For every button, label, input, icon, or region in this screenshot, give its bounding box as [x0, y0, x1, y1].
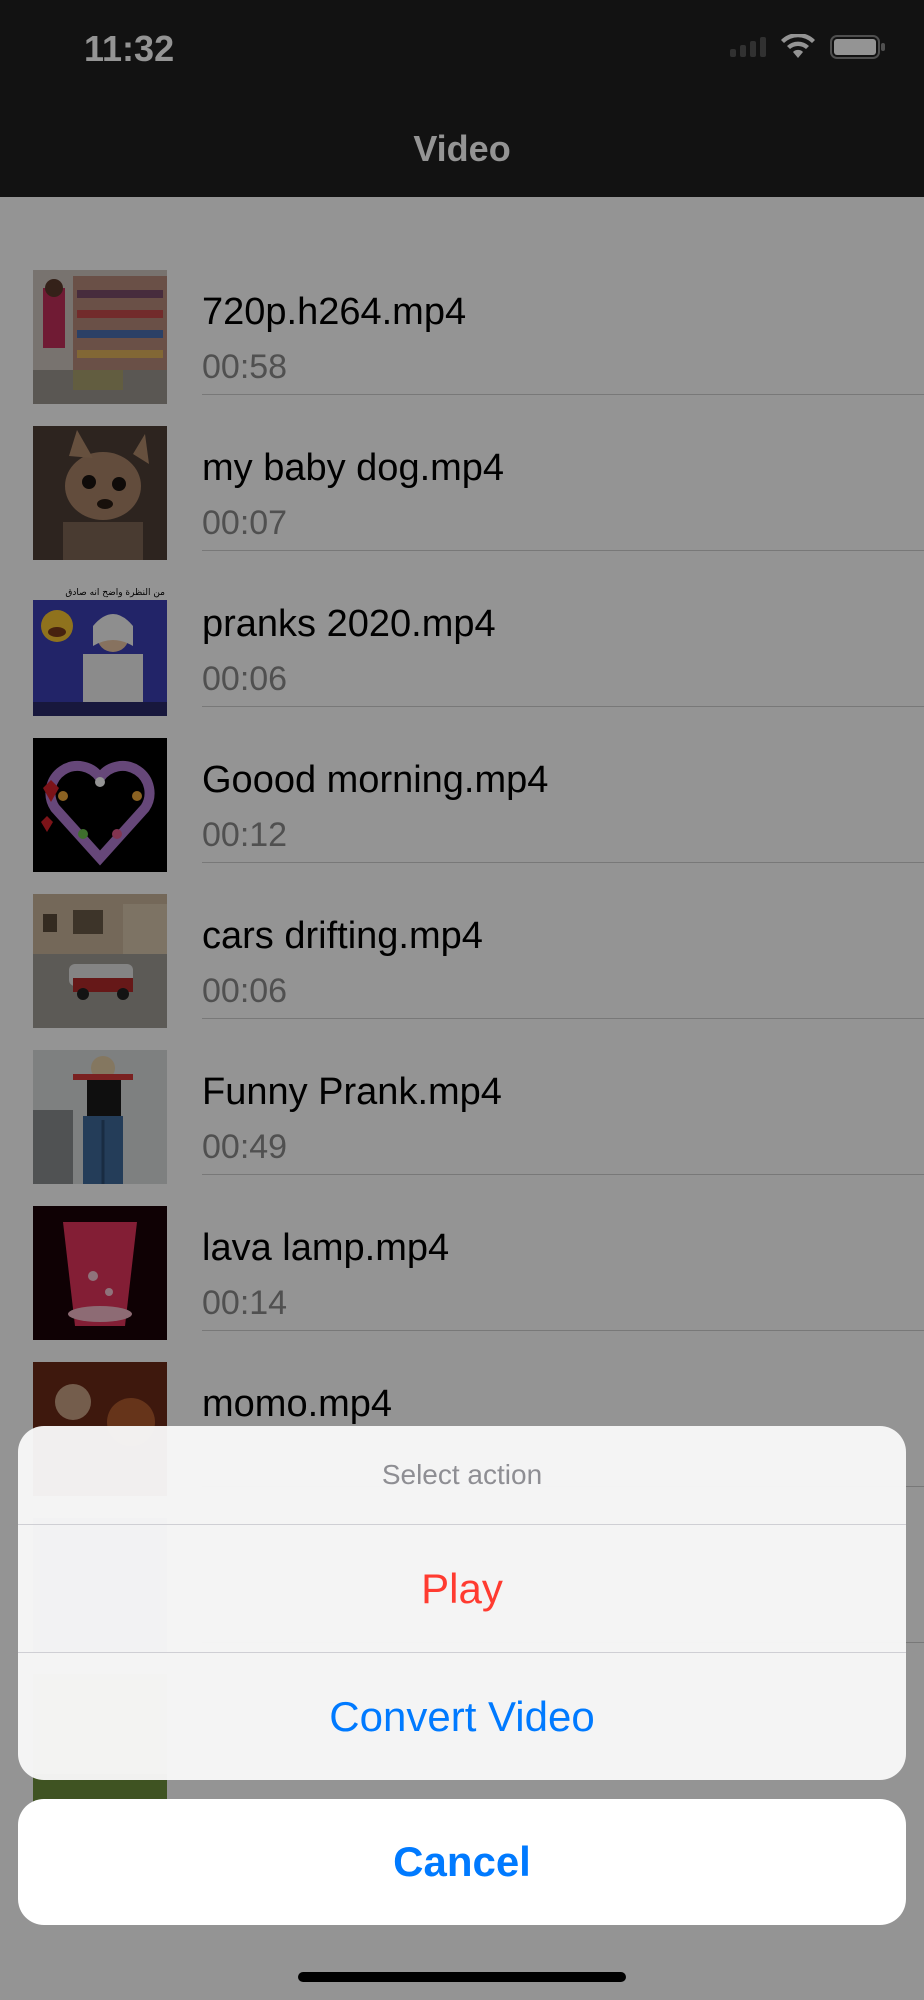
cancel-button[interactable]: Cancel	[18, 1799, 906, 1925]
home-indicator	[298, 1972, 626, 1982]
action-sheet-title: Select action	[18, 1426, 906, 1525]
action-sheet: Select action Play Convert Video	[18, 1426, 906, 1780]
convert-video-button[interactable]: Convert Video	[18, 1653, 906, 1780]
play-button[interactable]: Play	[18, 1525, 906, 1653]
